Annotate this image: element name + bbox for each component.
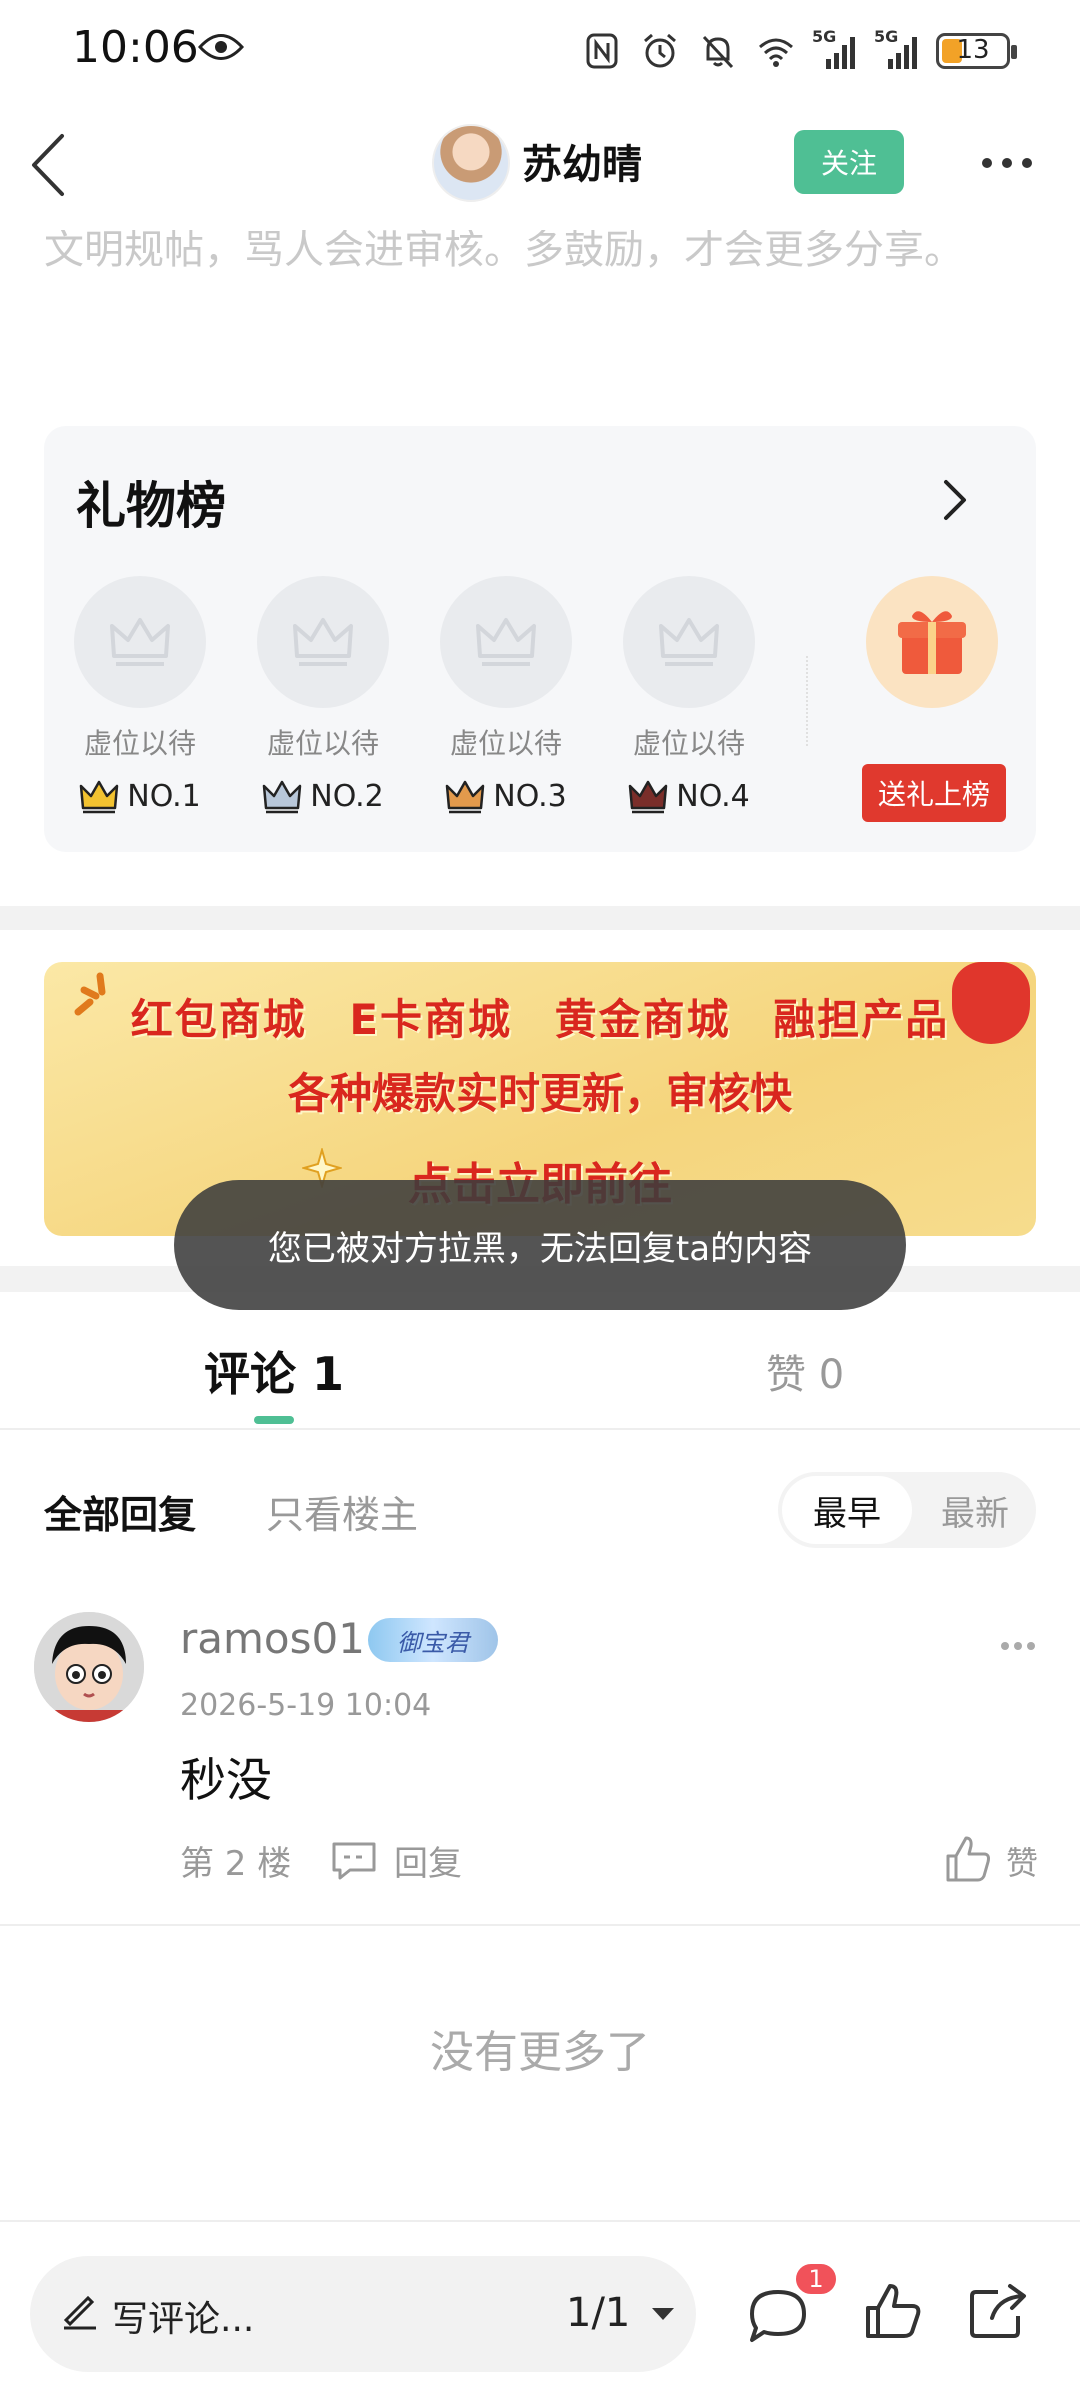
filter-all-replies[interactable]: 全部回复 — [44, 1484, 196, 1539]
signal-bars-icon — [826, 37, 855, 69]
thumbs-up-icon[interactable] — [864, 2282, 922, 2342]
signal-1: 5G — [812, 27, 860, 71]
comment-time: 2026-5-19 10:04 — [180, 1688, 432, 1723]
crown-outline-icon — [293, 618, 353, 666]
banner-line-2: 各种爆款实时更新，审核快 — [287, 1069, 792, 1118]
author-avatar[interactable] — [432, 124, 510, 202]
gift-slot-2[interactable]: 虚位以待 NO.2 — [257, 576, 389, 814]
gift-slot-3[interactable]: 虚位以待 NO.3 — [440, 576, 572, 814]
comment-more-icon[interactable] — [1000, 1640, 1036, 1652]
slot-rank-row: NO.1 — [74, 778, 206, 814]
comment-text: 秒没 — [180, 1753, 272, 1807]
slot-rank: NO.2 — [310, 778, 384, 814]
share-icon[interactable] — [968, 2282, 1028, 2340]
empty-crown-circle — [440, 576, 572, 708]
empty-crown-circle — [74, 576, 206, 708]
like-button[interactable]: 赞 — [1006, 1838, 1038, 1884]
sort-earliest[interactable]: 最早 — [782, 1476, 912, 1544]
more-options-icon[interactable] — [980, 156, 1034, 170]
author-name[interactable]: 苏幼晴 — [522, 132, 642, 190]
commenter-name[interactable]: ramos01 — [180, 1614, 365, 1663]
gift-box-icon — [898, 611, 966, 674]
gift-button-circle[interactable] — [866, 576, 998, 708]
divider — [0, 1924, 1080, 1926]
bottom-action-bar: 写评论... 1/1 1 — [0, 2220, 1080, 2402]
wifi-icon — [759, 38, 793, 67]
gift-ranking-card: 礼物榜 虚位以待 NO.1 虚位以待 NO.2 虚位以待 NO.3 虚位以待 N… — [44, 426, 1036, 852]
tab-likes[interactable]: 赞 0 — [766, 1342, 844, 1400]
follow-button[interactable]: 关注 — [794, 130, 904, 194]
dark-crown-icon — [629, 780, 668, 814]
slot-rank-row: NO.4 — [623, 778, 755, 814]
thumbs-up-icon[interactable] — [944, 1834, 992, 1884]
status-icons: 5G 5G 13 — [580, 26, 1017, 76]
slot-label: 虚位以待 — [266, 727, 379, 760]
reply-button[interactable]: 回复 — [394, 1836, 462, 1885]
sort-toggle: 最早 最新 — [778, 1472, 1036, 1548]
comment-tabs: 评论 1 赞 0 — [0, 1292, 1080, 1430]
eye-icon — [198, 34, 244, 60]
slot-label: 虚位以待 — [83, 727, 196, 760]
comment-count-badge: 1 — [794, 2262, 838, 2296]
bronze-crown-icon — [446, 780, 485, 814]
signal-2: 5G — [874, 27, 922, 71]
empty-crown-circle — [623, 576, 755, 708]
crown-outline-icon — [476, 618, 536, 666]
silver-crown-icon — [263, 780, 302, 814]
send-gift-button[interactable]: 送礼上榜 — [862, 764, 1006, 822]
section-separator — [0, 906, 1080, 930]
signal-bars-icon — [888, 37, 917, 69]
blocked-toast: 您已被对方拉黑，无法回复ta的内容 — [174, 1180, 906, 1310]
write-comment-placeholder: 写评论... — [112, 2299, 255, 2340]
reply-bubble-icon[interactable] — [330, 1840, 378, 1880]
slot-rank-row: NO.2 — [257, 778, 389, 814]
gold-crown-icon — [80, 780, 119, 814]
comment-floor: 第 2 楼 — [180, 1844, 292, 1884]
write-comment-input[interactable]: 写评论... 1/1 — [30, 2256, 696, 2372]
tab-comments[interactable]: 评论 1 — [204, 1338, 344, 1404]
avatar-face — [34, 1612, 144, 1722]
back-arrow-icon[interactable] — [26, 130, 70, 200]
slot-rank: NO.1 — [127, 778, 201, 814]
slot-rank-row: NO.3 — [440, 778, 572, 814]
mute-bell-icon — [702, 35, 734, 69]
top-nav-bar: 苏幼晴 关注 — [0, 100, 1080, 230]
gift-slot-1[interactable]: 虚位以待 NO.1 — [74, 576, 206, 814]
slot-rank: NO.4 — [676, 778, 750, 814]
tab-active-indicator — [254, 1416, 294, 1424]
battery-icon: 13 — [936, 33, 1017, 69]
chevron-right-icon[interactable] — [940, 478, 970, 522]
no-more-text: 没有更多了 — [430, 2027, 650, 2078]
slot-rank: NO.3 — [493, 778, 567, 814]
slot-label: 虚位以待 — [632, 727, 745, 760]
alarm-icon — [644, 33, 676, 68]
slot-label: 虚位以待 — [449, 727, 562, 760]
empty-crown-circle — [257, 576, 389, 708]
gift-board-title: 礼物榜 — [76, 477, 226, 535]
pen-icon — [63, 2295, 96, 2330]
user-badge: 御宝君 — [368, 1618, 498, 1662]
crown-outline-icon — [659, 618, 719, 666]
mascot-image — [952, 962, 1030, 1044]
banner-line-1: 红包商城 E卡商城 黄金商城 融担产品 — [130, 995, 950, 1044]
status-bar: 10:06 5G 5G 13 — [0, 0, 1080, 100]
nfc-icon — [586, 33, 618, 69]
status-time: 10:06 — [72, 22, 199, 73]
comment-icon[interactable] — [746, 2286, 810, 2344]
crown-outline-icon — [110, 618, 170, 666]
filter-owner-only[interactable]: 只看楼主 — [266, 1484, 418, 1539]
commenter-avatar[interactable] — [34, 1612, 144, 1722]
battery-level: 13 — [956, 35, 990, 65]
gift-slot-4[interactable]: 虚位以待 NO.4 — [623, 576, 755, 814]
divider — [806, 656, 810, 746]
caret-down-icon[interactable] — [650, 2306, 676, 2322]
page-indicator[interactable]: 1/1 — [566, 2290, 630, 2336]
sort-newest[interactable]: 最新 — [918, 1476, 1032, 1544]
